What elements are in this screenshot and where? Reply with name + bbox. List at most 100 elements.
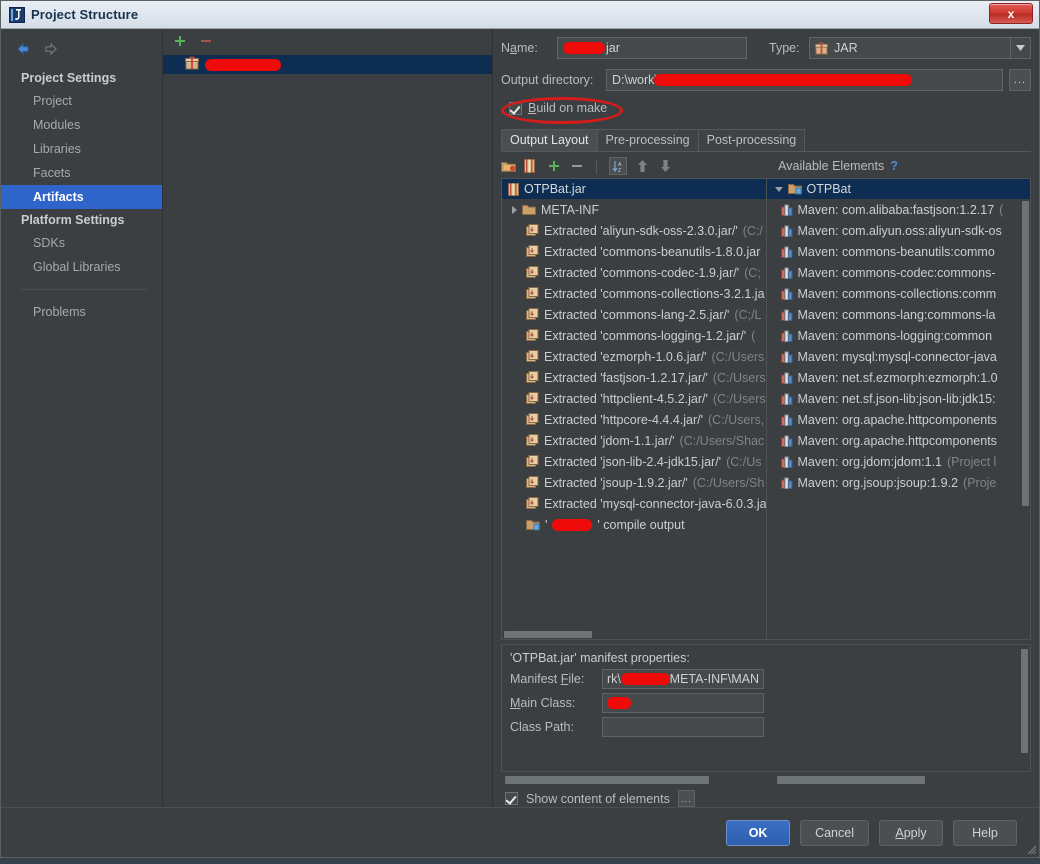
tree-row[interactable]: Extracted 'json-lib-2.4-jdk15.jar/' (C:/… bbox=[502, 451, 766, 472]
output-directory-input[interactable]: D:\work\ bbox=[606, 69, 1003, 91]
sidebar-item-sdks[interactable]: SDKs bbox=[1, 231, 162, 255]
jar-artifact-icon bbox=[185, 56, 199, 73]
forward-arrow-icon[interactable] bbox=[43, 41, 59, 57]
manifest-hscrollbar[interactable] bbox=[505, 776, 709, 784]
extracted-icon bbox=[526, 476, 539, 489]
list-item[interactable] bbox=[163, 55, 492, 74]
tree-row-path: (C; bbox=[744, 265, 761, 280]
name-input[interactable]: jar bbox=[557, 37, 747, 59]
main-class-input[interactable] bbox=[602, 693, 764, 713]
manifest-properties-title: 'OTPBat.jar' manifest properties: bbox=[510, 651, 690, 665]
tabs-underline bbox=[501, 151, 1031, 152]
resize-grip[interactable] bbox=[1025, 843, 1037, 855]
sidebar-item-facets[interactable]: Facets bbox=[1, 161, 162, 185]
plus-icon[interactable] bbox=[173, 34, 187, 48]
sidebar-item-project[interactable]: Project bbox=[1, 89, 162, 113]
tree-row[interactable]: OTPBat.jar bbox=[502, 179, 766, 199]
tree-row[interactable]: OTPBat bbox=[766, 179, 1030, 199]
build-on-make-row[interactable]: Build on make bbox=[509, 101, 607, 115]
tab-output-layout[interactable]: Output Layout bbox=[501, 129, 598, 151]
class-path-label: Class Path: bbox=[510, 720, 574, 734]
output-tree-hscrollbar[interactable] bbox=[502, 630, 766, 639]
arrow-down-icon[interactable] bbox=[659, 159, 673, 173]
tree-row[interactable]: ' ' compile output bbox=[502, 514, 766, 535]
create-directory-icon[interactable] bbox=[501, 159, 516, 173]
sidebar-item-global-libraries[interactable]: Global Libraries bbox=[1, 255, 162, 279]
chevron-down-icon[interactable] bbox=[774, 186, 783, 192]
help-button[interactable]: Help bbox=[953, 819, 1017, 846]
tree-row[interactable]: Extracted 'commons-beanutils-1.8.0.jar bbox=[502, 241, 766, 262]
tree-row[interactable]: Extracted 'commons-lang-2.5.jar/' (C;/L bbox=[502, 304, 766, 325]
tree-row[interactable]: Maven: net.sf.ezmorph:ezmorph:1.0 bbox=[767, 367, 1031, 388]
tree-row[interactable]: Maven: org.jsoup:jsoup:1.9.2 (Proje bbox=[767, 472, 1031, 493]
tree-row[interactable]: META-INF bbox=[502, 199, 766, 220]
build-on-make-checkbox[interactable] bbox=[509, 101, 522, 115]
create-archive-icon[interactable] bbox=[524, 159, 538, 173]
show-content-checkbox[interactable] bbox=[505, 792, 518, 805]
artifacts-list bbox=[163, 53, 492, 807]
layout-hscrollbar[interactable] bbox=[777, 776, 925, 784]
cancel-button[interactable]: Cancel bbox=[800, 819, 869, 846]
archive-icon bbox=[508, 182, 519, 196]
tree-row[interactable]: Maven: net.sf.json-lib:json-lib:jdk15: bbox=[767, 388, 1031, 409]
tree-row[interactable]: Maven: com.aliyun.oss:aliyun-sdk-os bbox=[767, 220, 1031, 241]
tab-post-processing[interactable]: Post-processing bbox=[697, 129, 806, 151]
maven-icon bbox=[780, 414, 793, 426]
tree-row[interactable]: Extracted 'jsoup-1.9.2.jar/' (C:/Users/S… bbox=[502, 472, 766, 493]
sidebar-item-artifacts[interactable]: Artifacts bbox=[1, 185, 162, 209]
apply-button[interactable]: Apply bbox=[879, 819, 943, 846]
sidebar-item-libraries[interactable]: Libraries bbox=[1, 137, 162, 161]
tree-row[interactable]: Maven: commons-collections:comm bbox=[767, 283, 1031, 304]
tree-row-label: Maven: commons-logging:common bbox=[797, 328, 993, 343]
tree-row[interactable]: Extracted 'mysql-connector-java-6.0.3.ja bbox=[502, 493, 766, 514]
extracted-icon bbox=[526, 245, 539, 258]
sort-az-icon[interactable]: A Z bbox=[609, 157, 627, 175]
tree-row-path: (C:/Users bbox=[712, 370, 766, 385]
extracted-icon bbox=[526, 350, 539, 363]
tab-pre-processing[interactable]: Pre-processing bbox=[596, 129, 699, 151]
maven-icon bbox=[780, 225, 793, 237]
tree-row[interactable]: Maven: commons-codec:commons- bbox=[767, 262, 1031, 283]
tree-row[interactable]: Maven: org.apache.httpcomponents bbox=[767, 409, 1031, 430]
tree-row[interactable]: Extracted 'commons-collections-3.2.1.ja bbox=[502, 283, 766, 304]
tree-row[interactable]: Maven: commons-logging:common bbox=[767, 325, 1031, 346]
tree-row[interactable]: Maven: com.alibaba:fastjson:1.2.17 ( bbox=[767, 199, 1031, 220]
chevron-right-icon[interactable] bbox=[512, 205, 517, 214]
tree-row[interactable]: Extracted 'jdom-1.1.jar/' (C:/Users/Shac bbox=[502, 430, 766, 451]
tree-row[interactable]: Maven: org.jdom:jdom:1.1 (Project l bbox=[767, 451, 1031, 472]
browse-output-directory-button[interactable]: ... bbox=[1009, 69, 1031, 91]
tree-row[interactable]: Extracted 'commons-logging-1.2.jar/' ( bbox=[502, 325, 766, 346]
available-tree-vscrollbar[interactable] bbox=[1021, 199, 1030, 639]
tree-row[interactable]: Extracted 'fastjson-1.2.17.jar/' (C:/Use… bbox=[502, 367, 766, 388]
plus-icon[interactable] bbox=[547, 159, 561, 173]
type-dropdown[interactable]: JAR bbox=[809, 37, 1031, 59]
close-button[interactable]: x bbox=[989, 3, 1033, 24]
tree-row[interactable]: Maven: commons-beanutils:commo bbox=[767, 241, 1031, 262]
help-icon[interactable]: ? bbox=[890, 159, 898, 173]
manifest-file-input[interactable]: rk\ META-INF\MAN bbox=[602, 669, 764, 689]
sidebar-item-problems[interactable]: Problems bbox=[1, 300, 162, 324]
tree-row[interactable]: Extracted 'commons-codec-1.9.jar/' (C; bbox=[502, 262, 766, 283]
tree-row[interactable]: Extracted 'aliyun-sdk-oss-2.3.0.jar/' (C… bbox=[502, 220, 766, 241]
back-arrow-icon[interactable] bbox=[15, 41, 31, 57]
class-path-input[interactable] bbox=[602, 717, 764, 737]
minus-icon[interactable] bbox=[570, 159, 584, 173]
maven-icon bbox=[780, 246, 793, 258]
arrow-up-icon[interactable] bbox=[636, 159, 650, 173]
minus-icon[interactable] bbox=[199, 34, 213, 48]
ok-button[interactable]: OK bbox=[726, 819, 791, 846]
tree-row[interactable]: Extracted 'httpclient-4.5.2.jar/' (C:/Us… bbox=[502, 388, 766, 409]
chevron-down-icon[interactable] bbox=[1010, 38, 1030, 58]
tree-row[interactable]: Maven: org.apache.httpcomponents bbox=[767, 430, 1031, 451]
extracted-icon bbox=[526, 413, 539, 426]
sidebar-item-modules[interactable]: Modules bbox=[1, 113, 162, 137]
manifest-file-row: Manifest File: rk\ META-INF\MAN bbox=[502, 667, 1030, 691]
show-content-options-button[interactable]: ... bbox=[677, 790, 695, 807]
tree-row[interactable]: Maven: commons-lang:commons-la bbox=[767, 304, 1031, 325]
tree-row[interactable]: Maven: mysql:mysql-connector-java bbox=[767, 346, 1031, 367]
tree-row-label: Extracted 'json-lib-2.4-jdk15.jar/' bbox=[544, 454, 722, 469]
tree-row[interactable]: Extracted 'ezmorph-1.0.6.jar/' (C:/Users bbox=[502, 346, 766, 367]
redacted-output-directory bbox=[653, 74, 912, 86]
manifest-vscrollbar[interactable] bbox=[1020, 647, 1029, 771]
tree-row[interactable]: Extracted 'httpcore-4.4.4.jar/' (C:/User… bbox=[502, 409, 766, 430]
